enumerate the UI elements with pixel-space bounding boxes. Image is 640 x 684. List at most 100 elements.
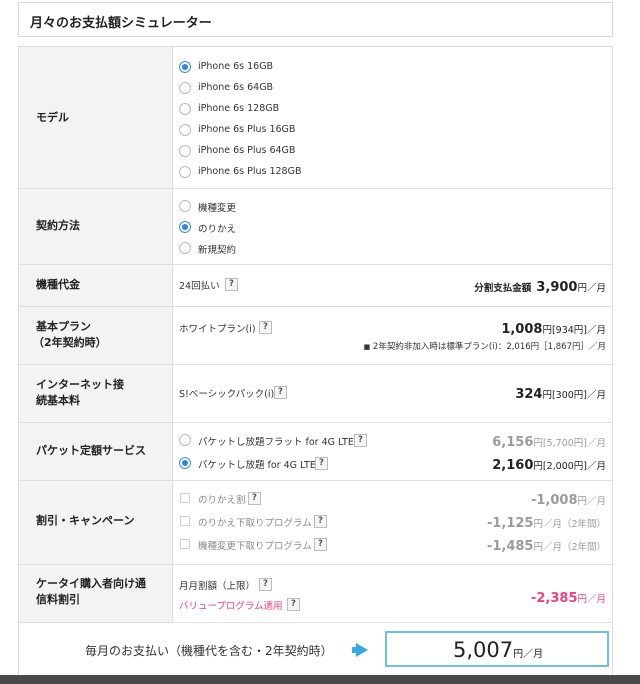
discount-norikae-shitadori-price: -1,125円／月（2年間） xyxy=(487,512,606,531)
monthly-total-value-wrap: 5,007円／月 xyxy=(453,638,543,662)
internet-label-cell: インターネット接 続基本料 xyxy=(19,365,173,422)
price-value: 6,156 xyxy=(492,435,534,450)
contract-option-label: のりかえ xyxy=(198,224,237,235)
contract-label-cell: 契約方法 xyxy=(19,189,173,264)
help-icon[interactable]: ? xyxy=(354,434,367,447)
model-option-label: iPhone 6s 64GB xyxy=(198,82,274,93)
radio-button[interactable] xyxy=(179,242,191,254)
price-value: -2,385 xyxy=(530,591,578,606)
keitai-label-sub: 信料割引 xyxy=(36,593,80,606)
device-fee-row: 機種代金 24回払い ? 分割支払金額 3,900円／月 xyxy=(19,265,612,307)
contract-option-label: 新規契約 xyxy=(198,245,237,256)
discount-kishuhenko-shitadori-price: -1,485円／月（2年間） xyxy=(487,535,606,554)
note-text: 2年契約非加入時は標準プラン(i)：2,016円［1,867円］／月 xyxy=(372,342,606,352)
keitai-discount-price: -2,385円／月 xyxy=(531,587,606,606)
arrow-right-icon xyxy=(356,643,368,657)
help-icon[interactable]: ? xyxy=(314,515,327,528)
discount-option-label: のりかえ割 xyxy=(198,495,246,506)
checkbox[interactable] xyxy=(180,539,190,549)
contract-option-label: 機種変更 xyxy=(198,203,237,214)
monthly-total-unit: 円／月 xyxy=(513,649,544,660)
internet-price: 324円[300円]／月 xyxy=(515,383,606,402)
simulator-header: 月々のお支払額シミュレーター xyxy=(18,2,613,37)
basic-plan-name[interactable]: ホワイトプラン(i) xyxy=(179,321,256,335)
price-value: 2,160 xyxy=(492,458,534,473)
radio-button[interactable] xyxy=(179,82,191,94)
checkbox[interactable] xyxy=(180,516,190,526)
help-icon[interactable]: ? xyxy=(274,386,287,399)
device-fee-label-cell: 機種代金 xyxy=(19,265,173,306)
radio-button[interactable] xyxy=(179,221,191,233)
radio-button[interactable] xyxy=(179,457,191,469)
internet-plan-name[interactable]: S!ベーシックパック(i) xyxy=(179,386,274,400)
price-prefix: 分割支払金額 xyxy=(474,283,532,294)
model-option-label: iPhone 6s Plus 16GB xyxy=(198,124,296,135)
discount-option-label: 機種変更下取りプログラム xyxy=(198,541,312,552)
price-unit: 円／月（2年間） xyxy=(533,519,606,530)
price-value: -1,125 xyxy=(486,516,534,531)
price-unit: 円／月 xyxy=(577,496,606,507)
basic-plan-label-sub: （2年契約時） xyxy=(33,336,107,349)
device-fee-label: 機種代金 xyxy=(36,278,80,291)
basic-plan-row: 基本プラン （2年契約時） ホワイトプラン(i) ? 1,008円[934円]／… xyxy=(19,307,612,365)
radio-button[interactable] xyxy=(179,124,191,136)
radio-button[interactable] xyxy=(179,200,191,212)
page-title: 月々のお支払額シミュレーター xyxy=(30,16,212,31)
price-unit: 円／月 xyxy=(577,594,606,605)
monthly-total-value: 5,007 xyxy=(453,638,514,662)
radio-button[interactable] xyxy=(179,145,191,157)
internet-row: インターネット接 続基本料 S!ベーシックパック(i) ? 324円[300円]… xyxy=(19,365,612,423)
discount-row: 割引・キャンペーン のりかえ割 ? -1,008円／月 のりかえ下取りプログラム… xyxy=(19,481,612,565)
price-value: 324 xyxy=(515,387,543,402)
model-option-label: iPhone 6s Plus 128GB xyxy=(198,166,302,177)
price-value: -1,485 xyxy=(486,539,534,554)
radio-button[interactable] xyxy=(179,434,191,446)
radio-button[interactable] xyxy=(179,103,191,115)
model-row: モデル iPhone 6s 16GB iPhone 6s 64GB iPhone… xyxy=(19,47,612,189)
value-program-link[interactable]: バリュープログラム適用 xyxy=(179,598,283,612)
radio-button[interactable] xyxy=(179,61,191,73)
checkbox[interactable] xyxy=(180,493,190,503)
help-icon[interactable]: ? xyxy=(315,457,328,470)
contract-label: 契約方法 xyxy=(36,219,80,232)
basic-plan-price: 1,008円[934円]／月 xyxy=(501,318,606,337)
model-option-label: iPhone 6s 16GB xyxy=(198,61,274,72)
packet-row: パケット定額サービス パケットし放題フラット for 4G LTE ? 6,15… xyxy=(19,423,612,481)
device-fee-price: 分割支払金額 3,900円／月 xyxy=(474,276,606,295)
price-unit: 円／月（2年間） xyxy=(533,542,606,553)
price-unit: 円[300円]／月 xyxy=(542,390,606,401)
model-option-label: iPhone 6s Plus 64GB xyxy=(198,145,296,156)
help-icon[interactable]: ? xyxy=(314,538,327,551)
keitai-discount-row: ケータイ購入者向け通 信料割引 月月割額（上限） ? バリュープログラム適用 ?… xyxy=(19,565,612,623)
contract-row: 契約方法 機種変更 のりかえ 新規契約 xyxy=(19,189,612,265)
help-icon[interactable]: ? xyxy=(259,578,272,591)
internet-label: インターネット接 xyxy=(36,378,124,391)
help-icon[interactable]: ? xyxy=(225,278,238,291)
packet-label: パケット定額サービス xyxy=(36,444,146,457)
price-value: 1,008 xyxy=(501,322,543,337)
monthly-total-label: 毎月のお支払い（機種代を含む・2年契約時） xyxy=(85,644,333,658)
help-icon[interactable]: ? xyxy=(248,492,261,505)
help-icon[interactable]: ? xyxy=(259,321,272,334)
price-value: -1,008 xyxy=(530,493,578,508)
discount-norikae-price: -1,008円／月 xyxy=(531,489,606,508)
tsukizuki-wari-text: 月月割額（上限） xyxy=(179,581,256,592)
monthly-total-box: 5,007円／月 xyxy=(385,631,609,667)
radio-button[interactable] xyxy=(179,166,191,178)
help-icon[interactable]: ? xyxy=(287,598,300,611)
packet-flat-price: 6,156円[5,700円]／月 xyxy=(492,431,606,450)
price-unit: 円[5,700円]／月 xyxy=(533,438,606,449)
model-option-label: iPhone 6s 128GB xyxy=(198,103,280,114)
packet-standard-price: 2,160円[2,000円]／月 xyxy=(492,454,606,473)
discount-option-label: のりかえ下取りプログラム xyxy=(198,518,312,529)
model-label-cell: モデル xyxy=(19,47,173,188)
price-unit: 円[2,000円]／月 xyxy=(533,461,606,472)
model-label: モデル xyxy=(36,111,69,124)
note-bullet: ■ xyxy=(363,343,371,351)
basic-plan-label: 基本プラン xyxy=(36,320,91,333)
basic-plan-label-cell: 基本プラン （2年契約時） xyxy=(19,307,173,364)
keitai-label-cell: ケータイ購入者向け通 信料割引 xyxy=(19,565,173,622)
price-value: 3,900 xyxy=(536,280,578,295)
simulator-panel: モデル iPhone 6s 16GB iPhone 6s 64GB iPhone… xyxy=(18,46,613,684)
price-unit: 円[934円]／月 xyxy=(542,325,606,336)
